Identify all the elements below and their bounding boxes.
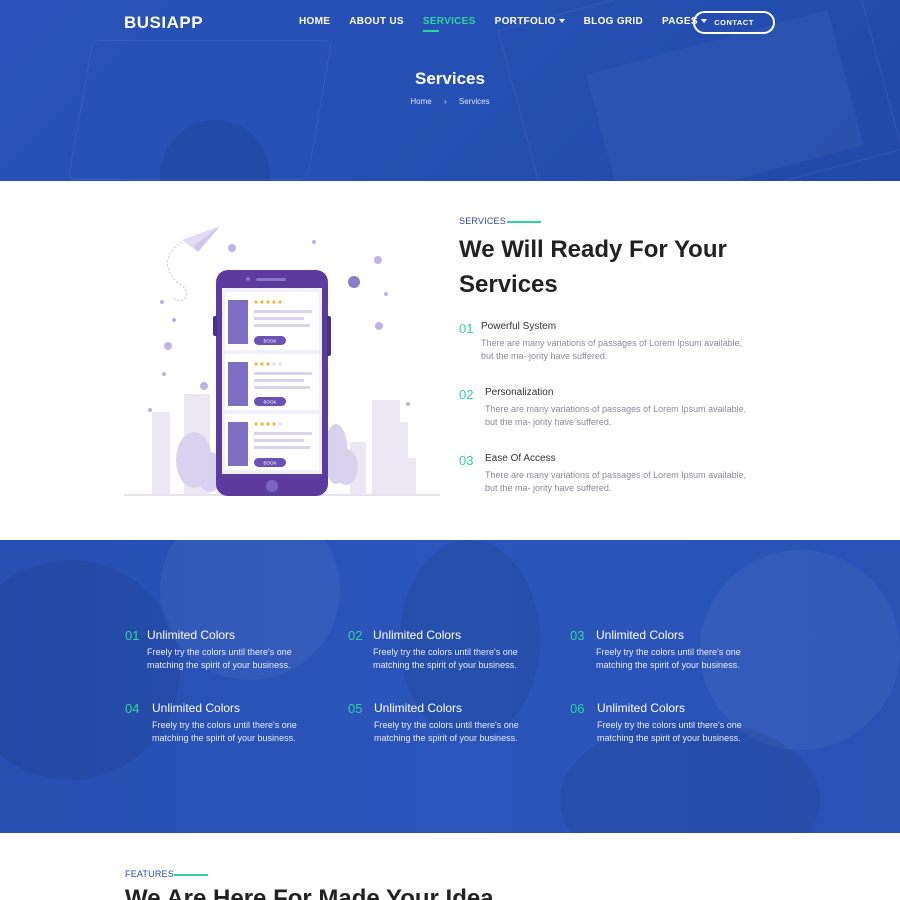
page-header: BUSIAPP HOME ABOUT US SERVICES PORTFOLIO…: [0, 0, 900, 181]
feature-description: Freely try the colors until there's one …: [152, 720, 297, 743]
feature-title: Unlimited Colors: [597, 701, 686, 715]
service-title: Ease Of Access: [485, 453, 556, 464]
feature-description: Freely try the colors until there's one …: [597, 720, 742, 743]
feature-description: Freely try the colors until there's one …: [147, 647, 292, 670]
nav-item-about-us[interactable]: ABOUT US: [349, 16, 404, 27]
book-label: BOOK: [263, 339, 276, 344]
breadcrumb: Home › Services: [0, 97, 900, 106]
page-title: Services: [415, 69, 485, 88]
feature-number: 02: [348, 628, 363, 643]
service-number: 01: [459, 321, 474, 336]
feature-title: Unlimited Colors: [374, 701, 463, 715]
section-eyebrow: SERVICES: [459, 216, 506, 226]
feature-title: Unlimited Colors: [373, 628, 462, 642]
service-number: 02: [459, 387, 474, 402]
book-label: BOOK: [263, 461, 276, 466]
breadcrumb-separator: ›: [443, 97, 447, 106]
feature-title: Unlimited Colors: [147, 628, 236, 642]
features-band: 01 Unlimited Colors Freely try the color…: [0, 540, 900, 833]
service-description: There are many variations of passages of…: [485, 404, 747, 427]
feature-title: Unlimited Colors: [596, 628, 685, 642]
breadcrumb-current: Services: [458, 97, 490, 106]
main-nav: HOME ABOUT US SERVICES PORTFOLIO BLOG GR…: [299, 16, 726, 32]
breadcrumb-home-link[interactable]: Home: [410, 97, 431, 106]
feature-number: 03: [570, 628, 585, 643]
nav-item-services[interactable]: SERVICES: [422, 16, 476, 32]
section-eyebrow: FEATURES: [125, 869, 174, 879]
nav-label: PORTFOLIO: [494, 16, 556, 27]
feature-title: Unlimited Colors: [152, 701, 241, 715]
nav-label: HOME: [299, 16, 331, 27]
service-description: There are many variations of passages of…: [481, 338, 743, 361]
feature-number: 04: [125, 701, 140, 716]
service-title: Powerful System: [481, 321, 557, 332]
phone-booking-illustration: BOOK BOOK BOOK: [124, 226, 440, 496]
nav-label: BLOG GRID: [583, 16, 644, 27]
chevron-down-icon: [558, 19, 565, 24]
nav-label: ABOUT US: [349, 16, 404, 27]
service-number: 03: [459, 453, 474, 468]
nav-item-blog-grid[interactable]: BLOG GRID: [584, 16, 643, 27]
feature-description: Freely try the colors until there's one …: [373, 647, 518, 670]
feature-description: Freely try the colors until there's one …: [374, 720, 519, 743]
nav-item-home[interactable]: HOME: [299, 16, 330, 27]
service-title: Personalization: [485, 387, 554, 398]
feature-number: 06: [570, 701, 585, 716]
contact-button[interactable]: CONTACT: [693, 11, 775, 34]
nav-label: SERVICES: [422, 16, 476, 27]
book-label: BOOK: [263, 400, 276, 405]
eyebrow-line: [507, 221, 541, 223]
nav-item-portfolio[interactable]: PORTFOLIO: [495, 16, 565, 27]
section-heading: We Are Here For Made Your Idea: [125, 885, 494, 900]
section-heading: We Will Ready For Your Services: [459, 236, 727, 298]
service-description: There are many variations of passages of…: [485, 470, 747, 493]
feature-number: 05: [348, 701, 363, 716]
feature-number: 01: [125, 628, 140, 643]
feature-description: Freely try the colors until there's one …: [596, 647, 741, 670]
eyebrow-line: [174, 874, 208, 876]
brand-logo[interactable]: BUSIAPP: [124, 13, 203, 33]
